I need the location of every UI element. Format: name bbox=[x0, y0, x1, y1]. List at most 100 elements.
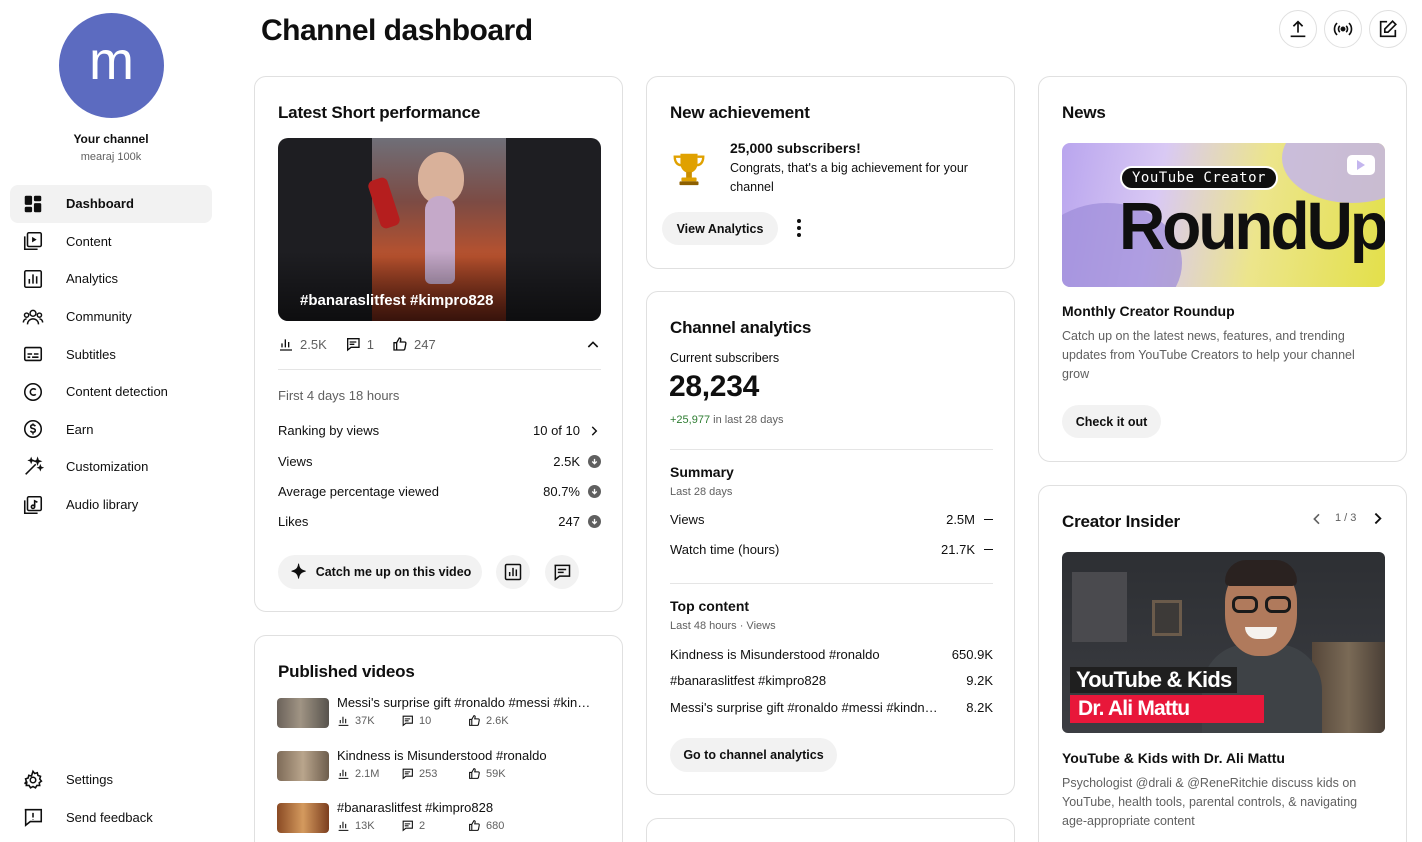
top-content-row[interactable]: #banaraslitfest #kimpro828 9.2K bbox=[670, 673, 993, 688]
sidebar-item-label: Audio library bbox=[66, 497, 139, 513]
achievement-card: New achievement 25,000 subscribers! Cong… bbox=[646, 76, 1015, 269]
short-analytics-button[interactable] bbox=[496, 555, 530, 589]
row-label: Average percentage viewed bbox=[278, 484, 439, 499]
video-thumbnail bbox=[277, 698, 329, 728]
comments-value: 2 bbox=[419, 819, 426, 832]
sidebar-item-analytics[interactable]: Analytics bbox=[10, 260, 212, 298]
shelf-shape bbox=[1072, 572, 1127, 642]
insider-headline: YouTube & Kids with Dr. Ali Mattu bbox=[1062, 750, 1285, 766]
delta-value: +25,977 bbox=[670, 414, 711, 426]
views-value: 37K bbox=[355, 714, 375, 727]
sidebar-item-dashboard[interactable]: Dashboard bbox=[10, 185, 212, 223]
video-title: Messi's surprise gift #ronaldo #messi #k… bbox=[337, 695, 597, 710]
audio-library-icon bbox=[21, 493, 45, 517]
next-card bbox=[646, 818, 1015, 842]
card-title: Creator Insider bbox=[1062, 512, 1180, 531]
analytics-icon bbox=[504, 563, 522, 581]
sidebar-item-content[interactable]: Content bbox=[10, 223, 212, 261]
sidebar-item-label: Send feedback bbox=[66, 809, 153, 825]
previous-button[interactable] bbox=[1309, 511, 1325, 527]
divider bbox=[670, 449, 993, 450]
ranking-row[interactable]: Ranking by views 10 of 10 bbox=[278, 423, 601, 438]
comments-stat: 2 bbox=[401, 819, 468, 832]
short-period: First 4 days 18 hours bbox=[278, 388, 400, 403]
more-options-icon[interactable] bbox=[793, 217, 805, 239]
creator-insider-card: Creator Insider 1 / 3 YouTube & Kids Dr.… bbox=[1038, 485, 1407, 842]
chevron-right-icon bbox=[591, 425, 598, 436]
short-comments-button[interactable] bbox=[545, 555, 579, 589]
go-live-button[interactable] bbox=[1324, 10, 1362, 48]
sidebar-item-audio-library[interactable]: Audio library bbox=[10, 486, 212, 524]
list-item[interactable]: Messi's surprise gift #ronaldo #messi #k… bbox=[277, 695, 597, 735]
community-icon bbox=[21, 305, 45, 329]
summary-row: Views 2.5M bbox=[670, 512, 993, 527]
sidebar-item-subtitles[interactable]: Subtitles bbox=[10, 335, 212, 373]
row-label: Views bbox=[278, 454, 313, 469]
comments-value: 1 bbox=[366, 336, 374, 352]
page-title: Channel dashboard bbox=[261, 14, 533, 47]
bar-chart-icon bbox=[280, 339, 292, 351]
subtitles-icon bbox=[21, 342, 45, 366]
no-change-icon bbox=[984, 548, 993, 551]
insider-thumbnail[interactable]: YouTube & Kids Dr. Ali Mattu bbox=[1062, 552, 1385, 733]
chevron-right-icon bbox=[1374, 512, 1382, 525]
news-headline: Monthly Creator Roundup bbox=[1062, 303, 1235, 319]
row-label: Likes bbox=[278, 514, 309, 529]
thumbs-up-icon bbox=[469, 768, 480, 779]
card-title: News bbox=[1062, 103, 1106, 122]
achievement-headline: 25,000 subscribers! bbox=[730, 140, 861, 156]
check-it-out-button[interactable]: Check it out bbox=[1062, 405, 1161, 438]
collapse-button[interactable] bbox=[585, 337, 601, 353]
row-value: 2.5M bbox=[946, 512, 975, 527]
sidebar-item-customization[interactable]: Customization bbox=[10, 448, 212, 486]
view-analytics-button[interactable]: View Analytics bbox=[662, 212, 778, 245]
row-value: 9.2K bbox=[966, 673, 993, 688]
sidebar: m Your channel mearaj 100k Dashboard Con… bbox=[0, 0, 222, 842]
banner-title: RoundUp bbox=[1119, 188, 1385, 264]
likes-stat: 59K bbox=[468, 767, 506, 780]
likes-row: Likes 247 bbox=[278, 514, 601, 529]
sidebar-item-label: Content detection bbox=[66, 384, 168, 400]
sidebar-item-send-feedback[interactable]: Send feedback bbox=[10, 799, 212, 837]
row-value: 80.7% bbox=[543, 484, 580, 499]
row-label: #banaraslitfest #kimpro828 bbox=[670, 673, 827, 688]
news-banner[interactable]: YouTube Creator RoundUp bbox=[1062, 143, 1385, 287]
top-content-row[interactable]: Kindness is Misunderstood #ronaldo 650.9… bbox=[670, 647, 993, 662]
likes-value: 680 bbox=[486, 819, 505, 832]
channel-name: mearaj 100k bbox=[80, 151, 142, 163]
top-content-row[interactable]: Messi's surprise gift #ronaldo #messi #k… bbox=[670, 700, 993, 715]
sidebar-item-label: Community bbox=[66, 309, 132, 325]
sidebar-item-label: Earn bbox=[66, 421, 94, 437]
gear-icon bbox=[21, 768, 45, 792]
list-item[interactable]: Kindness is Misunderstood #ronaldo 2.1M … bbox=[277, 748, 597, 788]
list-item[interactable]: #banaraslitfest #kimpro828 13K 2 680 bbox=[277, 800, 597, 840]
magic-wand-icon bbox=[21, 455, 45, 479]
divider bbox=[670, 583, 993, 584]
video-title: Kindness is Misunderstood #ronaldo bbox=[337, 748, 547, 763]
sidebar-nav: Dashboard Content Analytics Community Su… bbox=[10, 185, 212, 523]
create-post-button[interactable] bbox=[1369, 10, 1407, 48]
video-stats: 2.1M 253 59K bbox=[337, 767, 506, 780]
row-value: 10 of 10 bbox=[533, 423, 580, 438]
news-card: News YouTube Creator RoundUp Monthly Cre… bbox=[1038, 76, 1407, 462]
next-button[interactable] bbox=[1369, 510, 1386, 527]
sidebar-item-content-detection[interactable]: Content detection bbox=[10, 373, 212, 411]
glasses-shape bbox=[1232, 596, 1258, 613]
upload-button[interactable] bbox=[1279, 10, 1317, 48]
earn-icon bbox=[21, 417, 45, 441]
short-thumbnail[interactable]: #banaraslitfest #kimpro828 bbox=[278, 138, 601, 321]
comment-icon bbox=[402, 768, 413, 780]
catch-me-up-button[interactable]: Catch me up on this video bbox=[278, 555, 482, 589]
channel-avatar[interactable]: m bbox=[59, 13, 164, 118]
summary-row: Watch time (hours) 21.7K bbox=[670, 542, 993, 557]
likes-stat: 2.6K bbox=[468, 714, 509, 727]
sidebar-item-community[interactable]: Community bbox=[10, 298, 212, 336]
sidebar-item-label: Subtitles bbox=[66, 346, 116, 362]
sidebar-item-earn[interactable]: Earn bbox=[10, 411, 212, 449]
bar-chart-icon bbox=[338, 716, 349, 726]
go-to-channel-analytics-button[interactable]: Go to channel analytics bbox=[670, 738, 837, 772]
views-stat: 37K bbox=[337, 714, 401, 727]
latest-short-card: Latest Short performance #banaraslitfest… bbox=[254, 76, 623, 612]
video-stats: 13K 2 680 bbox=[337, 819, 504, 832]
sidebar-item-settings[interactable]: Settings bbox=[10, 761, 212, 799]
